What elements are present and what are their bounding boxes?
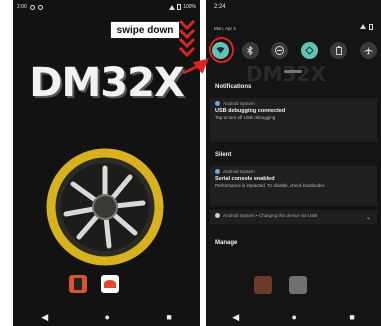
notification-body: Tap to turn off USB debugging: [215, 115, 276, 120]
bluetooth-tile[interactable]: [241, 41, 259, 59]
signal-icon: [360, 24, 366, 29]
notifications-header: Notifications: [215, 84, 252, 90]
swipe-down-callout: swipe down: [110, 21, 180, 39]
status-time: 2:24: [214, 4, 226, 10]
android-system-icon: [215, 213, 220, 218]
shade-status-icons: [360, 24, 373, 30]
ghost-wallpaper-title: DM32X: [246, 62, 326, 86]
swipe-down-chevrons-icon: [178, 19, 196, 57]
chevron-down-icon[interactable]: ⌄: [366, 214, 371, 221]
silent-header: Silent: [215, 152, 232, 158]
app-icon-cps[interactable]: [101, 275, 119, 293]
status-sync-icon: [37, 4, 43, 10]
notification-usb-debugging[interactable]: Android System USB debugging connected T…: [210, 98, 377, 142]
wallpaper-title: DM32X: [29, 60, 185, 106]
manage-button[interactable]: Manage: [215, 240, 237, 246]
signal-icon: [169, 4, 176, 10]
shade-date: Mon, Apr 4: [214, 26, 236, 31]
left-phone-screen: 2:00 100% swipe down DM32X ◀ ● ■: [13, 0, 200, 326]
battery-icon: [369, 24, 373, 30]
notification-usb-charging[interactable]: Android System • Charging this device vi…: [210, 210, 377, 224]
notification-serial-console[interactable]: Android System Serial console enabled Pe…: [210, 166, 377, 206]
app-icon-cps-dimmed: [289, 276, 307, 294]
right-nav-bar: ◀ ● ■: [206, 308, 381, 326]
right-phone-screen: 2:24 Mon, Apr 4 DM32X Notifications Andr…: [206, 0, 381, 326]
wifi-tile-highlight-circle: [209, 37, 234, 63]
notification-app-name: Android System: [223, 101, 255, 106]
status-battery-text: 100%: [183, 4, 196, 10]
fan-wallpaper-icon: [46, 148, 164, 266]
battery-saver-icon: [335, 45, 342, 55]
notification-app-name: Android System: [223, 169, 255, 174]
android-system-icon: [215, 169, 220, 174]
app-icon-radio[interactable]: [69, 275, 87, 293]
app-icon-radio-dimmed: [254, 276, 272, 294]
dnd-tile[interactable]: [271, 41, 289, 59]
right-status-bar: 2:24: [206, 0, 381, 20]
back-button[interactable]: ◀: [41, 312, 48, 323]
status-time: 2:00: [17, 4, 27, 10]
recents-button[interactable]: ■: [349, 312, 354, 322]
notification-app-name: Android System • Charging this device vi…: [223, 213, 318, 218]
notification-title: Serial console enabled: [215, 176, 275, 182]
notification-title: USB debugging connected: [215, 108, 286, 114]
android-system-icon: [215, 101, 220, 106]
battery-icon: [177, 4, 182, 10]
recents-button[interactable]: ■: [166, 312, 171, 322]
quick-settings-row: [212, 40, 377, 60]
back-button[interactable]: ◀: [232, 312, 239, 323]
notification-body: Performance is impacted. To disable, che…: [215, 183, 326, 188]
airplane-tile[interactable]: [359, 41, 377, 59]
shade-drag-handle[interactable]: [284, 70, 302, 73]
rotate-icon: [305, 45, 314, 55]
rotate-tile[interactable]: [300, 41, 318, 59]
airplane-icon: [364, 46, 373, 54]
bluetooth-icon: [247, 45, 253, 55]
left-status-bar: 2:00 100%: [13, 0, 200, 14]
home-button[interactable]: ●: [105, 312, 110, 322]
left-nav-bar: ◀ ● ■: [13, 308, 200, 326]
dnd-icon: [275, 45, 285, 55]
home-button[interactable]: ●: [292, 312, 297, 322]
status-notification-icon: [29, 4, 35, 10]
battery-saver-tile[interactable]: [330, 41, 348, 59]
